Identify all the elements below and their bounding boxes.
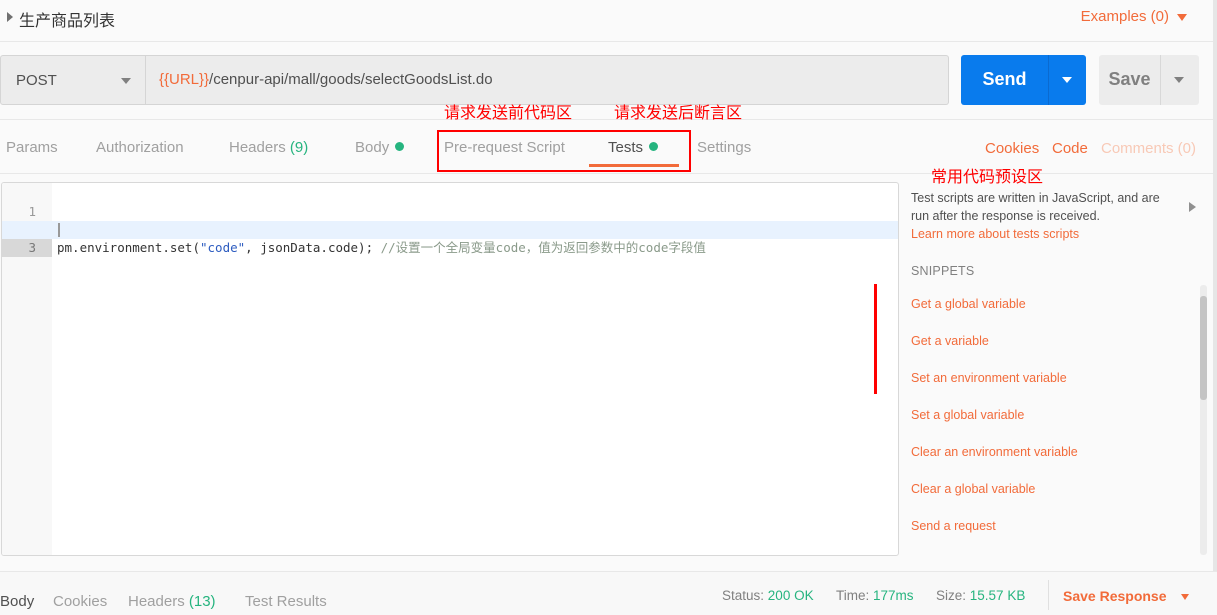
window-scrollbar[interactable]	[1213, 0, 1217, 575]
send-button[interactable]: Send	[961, 55, 1086, 105]
response-bar: Body Cookies Headers (13) Test Results S…	[0, 571, 1217, 615]
comments-link[interactable]: Comments (0)	[1101, 140, 1196, 157]
divider	[1048, 55, 1049, 105]
time-label: Time:	[836, 588, 870, 603]
snippet-item[interactable]: Set a global variable	[911, 408, 1024, 422]
send-label: Send	[982, 69, 1027, 89]
url-input[interactable]: {{URL}}/cenpur-api/mall/goods/selectGood…	[146, 55, 949, 105]
save-button[interactable]: Save	[1099, 55, 1199, 105]
status-readout: Status: 200 OK	[722, 588, 814, 603]
divider	[1048, 580, 1049, 610]
cookies-link[interactable]: Cookies	[985, 140, 1039, 157]
tab-settings[interactable]: Settings	[697, 139, 751, 156]
code-comment: //设置一个全局变量code，值为返回参数中的code字段值	[380, 240, 706, 255]
status-dot-icon	[395, 142, 405, 151]
annotation-highlight-box	[437, 130, 691, 172]
code-string: "code"	[200, 240, 246, 255]
examples-dropdown[interactable]: Examples (0)	[1081, 8, 1169, 25]
code-line: 2 pm.environment.set("code", jsonData.co…	[2, 203, 898, 255]
annotation-post-request: 请求发送后断言区	[614, 105, 743, 122]
code-link[interactable]: Code	[1052, 140, 1088, 157]
tab-params[interactable]: Params	[6, 139, 58, 156]
code-line-active: 3	[2, 221, 898, 257]
line-number: 3	[2, 239, 52, 257]
method-select[interactable]: POST	[0, 55, 146, 105]
annotation-pre-request: 请求发送前代码区	[444, 105, 573, 122]
tab-headers-label: Headers	[229, 139, 286, 156]
response-tab-body[interactable]: Body	[0, 593, 34, 610]
tab-body[interactable]: Body	[355, 139, 405, 156]
size-value: 15.57 KB	[969, 588, 1026, 603]
response-tab-headers[interactable]: Headers (13)	[128, 593, 216, 610]
code-line: 1 var jsonData = pm.response.json(); //创…	[2, 185, 898, 237]
chevron-down-icon	[121, 78, 131, 84]
annotation-marker-line	[874, 284, 877, 394]
request-title-bar: 生产商品列表 Examples (0)	[0, 0, 1217, 42]
snippets-header: SNIPPETS	[911, 264, 975, 278]
size-label: Size:	[936, 588, 967, 603]
code-text: , jsonData.code);	[245, 240, 381, 255]
headers-count: (9)	[289, 139, 309, 156]
snippet-item[interactable]: Send a request	[911, 519, 996, 533]
text-cursor	[58, 223, 60, 237]
response-tab-headers-label: Headers	[128, 593, 185, 610]
size-readout: Size: 15.57 KB	[936, 588, 1025, 603]
url-path: /cenpur-api/mall/goods/selectGoodsList.d…	[209, 71, 493, 88]
status-value: 200 OK	[767, 588, 814, 603]
code-text: pm.environment.set(	[57, 240, 200, 255]
learn-more-link[interactable]: Learn more about tests scripts	[911, 227, 1079, 241]
divider	[1160, 55, 1161, 105]
time-value: 177ms	[873, 588, 914, 603]
snippet-item[interactable]: Clear a global variable	[911, 482, 1035, 496]
tab-authorization[interactable]: Authorization	[96, 139, 184, 156]
snippet-item[interactable]: Clear an environment variable	[911, 445, 1078, 459]
snippet-item[interactable]: Get a global variable	[911, 297, 1026, 311]
save-options-chevron-icon[interactable]	[1174, 77, 1184, 83]
tests-code-editor[interactable]: 1 var jsonData = pm.response.json(); //创…	[1, 182, 899, 556]
response-tab-cookies[interactable]: Cookies	[53, 593, 107, 610]
collapse-panel-arrow-icon[interactable]	[1189, 202, 1196, 212]
request-name[interactable]: 生产商品列表	[19, 7, 115, 31]
chevron-down-icon[interactable]	[1181, 594, 1189, 600]
tab-headers[interactable]: Headers (9)	[229, 139, 308, 156]
url-variable: {{URL}}	[159, 71, 210, 88]
tab-body-label: Body	[355, 139, 390, 156]
save-response-button[interactable]: Save Response	[1063, 588, 1167, 604]
response-headers-count: (13)	[188, 593, 216, 610]
status-label: Status:	[722, 588, 765, 603]
response-tab-test-results[interactable]: Test Results	[245, 593, 327, 610]
snippet-item[interactable]: Get a variable	[911, 334, 989, 348]
tests-description: Test scripts are written in JavaScript, …	[911, 191, 1160, 223]
save-label: Save	[1108, 69, 1151, 89]
annotation-snippets: 常用代码预设区	[931, 169, 1044, 186]
snippets-scrollbar-thumb[interactable]	[1200, 296, 1207, 400]
send-options-chevron-icon[interactable]	[1062, 77, 1072, 83]
time-readout: Time: 177ms	[836, 588, 914, 603]
method-value: POST	[16, 72, 57, 89]
expand-arrow-icon[interactable]	[7, 12, 13, 22]
chevron-down-icon[interactable]	[1177, 14, 1187, 21]
snippet-item[interactable]: Set an environment variable	[911, 371, 1067, 385]
